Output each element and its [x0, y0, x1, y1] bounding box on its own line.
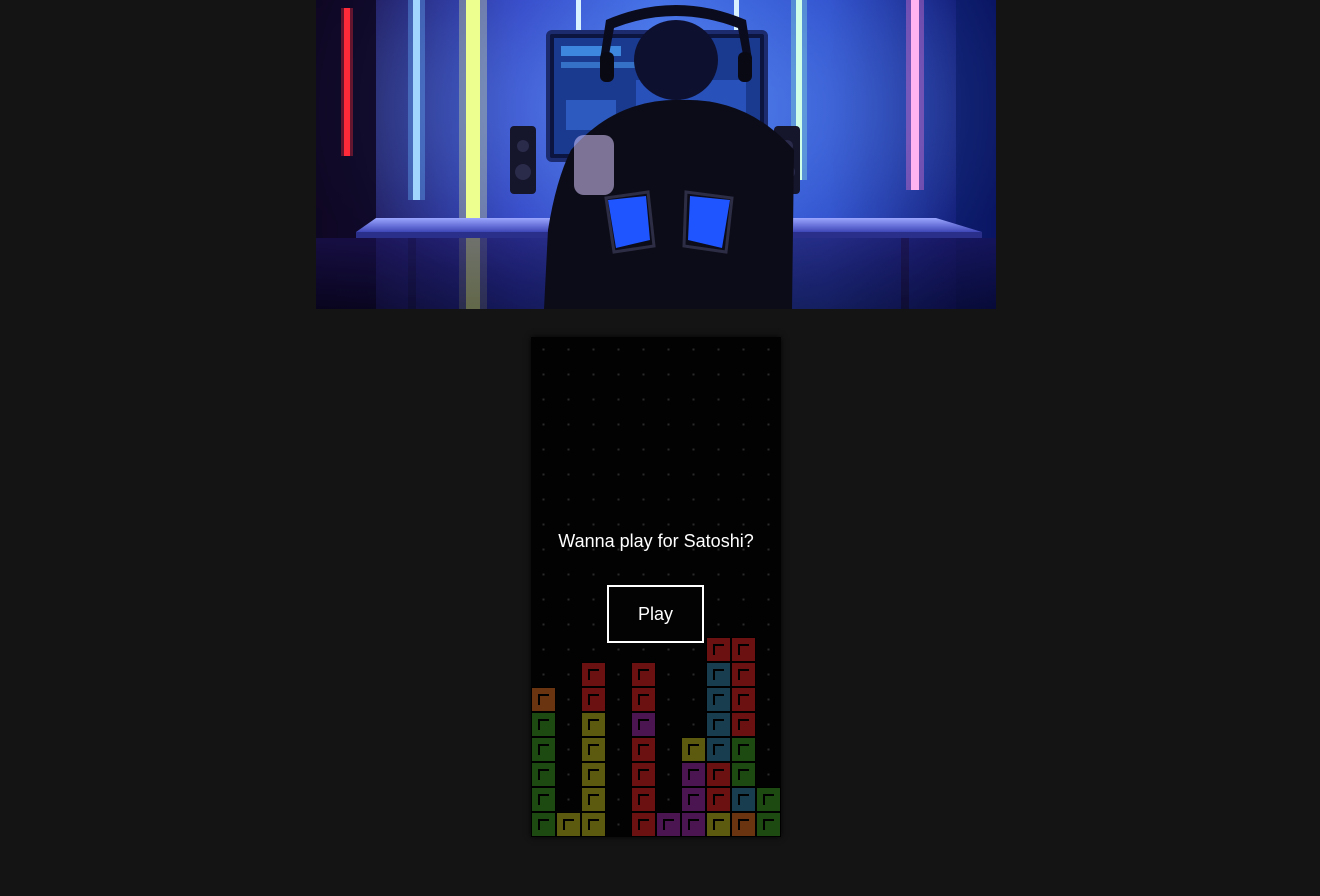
gamer-room-illustration: [316, 0, 996, 309]
play-button[interactable]: Play: [607, 585, 704, 643]
game-board[interactable]: Wanna play for Satoshi? Play: [531, 337, 781, 837]
hero-image: [316, 0, 996, 309]
play-prompt: Wanna play for Satoshi?: [558, 531, 754, 551]
start-overlay: Wanna play for Satoshi? Play: [531, 337, 781, 837]
